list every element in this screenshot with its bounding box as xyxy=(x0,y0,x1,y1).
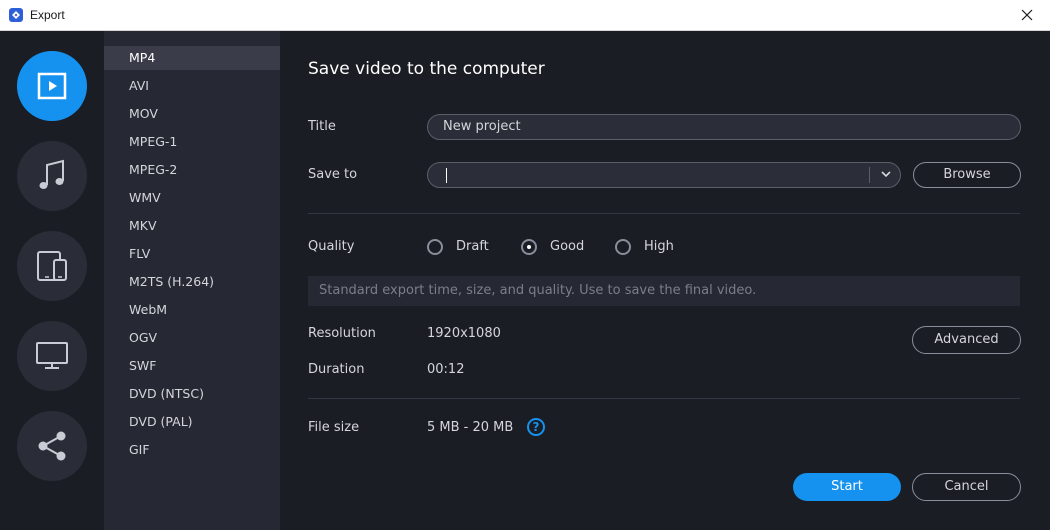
music-note-icon xyxy=(39,159,64,189)
format-item-mov[interactable]: MOV xyxy=(104,102,280,126)
save-to-combobox[interactable] xyxy=(427,162,901,188)
title-bar: Export xyxy=(0,0,1050,31)
format-item-m2ts[interactable]: M2TS (H.264) xyxy=(104,270,280,294)
format-item-dvd-pal[interactable]: DVD (PAL) xyxy=(104,410,280,434)
browse-button[interactable]: Browse xyxy=(913,162,1021,188)
dropdown-separator xyxy=(869,167,870,183)
quality-draft-label[interactable]: Draft xyxy=(456,239,489,254)
quality-label: Quality xyxy=(308,239,355,254)
quality-description-text: Standard export time, size, and quality.… xyxy=(319,283,757,298)
format-item-mkv[interactable]: MKV xyxy=(104,214,280,238)
format-item-wmv[interactable]: WMV xyxy=(104,186,280,210)
section-divider xyxy=(308,398,1020,399)
text-caret xyxy=(446,168,447,183)
format-item-flv[interactable]: FLV xyxy=(104,242,280,266)
export-category-rail xyxy=(0,31,104,530)
export-settings-panel: Save video to the computer Title New pro… xyxy=(280,31,1050,530)
file-size-label: File size xyxy=(308,420,360,435)
title-input[interactable]: New project xyxy=(427,114,1021,140)
resolution-value: 1920x1080 xyxy=(427,326,501,341)
window-title: Export xyxy=(30,8,65,22)
monitor-icon xyxy=(36,342,68,369)
devices-icon xyxy=(37,251,67,281)
save-to-label: Save to xyxy=(308,167,358,182)
format-item-avi[interactable]: AVI xyxy=(104,74,280,98)
format-item-mp4[interactable]: MP4 xyxy=(104,46,280,70)
chevron-down-icon[interactable] xyxy=(881,171,891,178)
quality-good-label[interactable]: Good xyxy=(550,239,584,254)
format-item-webm[interactable]: WebM xyxy=(104,298,280,322)
category-video-button[interactable] xyxy=(17,51,87,121)
quality-description: Standard export time, size, and quality.… xyxy=(308,276,1020,306)
category-audio-button[interactable] xyxy=(17,141,87,211)
duration-value: 00:12 xyxy=(427,362,465,377)
format-item-mpeg1[interactable]: MPEG-1 xyxy=(104,130,280,154)
advanced-button[interactable]: Advanced xyxy=(912,326,1021,354)
category-share-button[interactable] xyxy=(17,411,87,481)
close-icon xyxy=(1021,9,1033,21)
format-item-gif[interactable]: GIF xyxy=(104,438,280,462)
quality-draft-radio[interactable] xyxy=(427,239,443,255)
video-file-icon xyxy=(37,72,67,100)
format-item-dvd-ntsc[interactable]: DVD (NTSC) xyxy=(104,382,280,406)
format-item-ogv[interactable]: OGV xyxy=(104,326,280,350)
help-icon[interactable]: ? xyxy=(527,418,545,436)
quality-high-radio[interactable] xyxy=(615,239,631,255)
format-list: MP4 AVI MOV MPEG-1 MPEG-2 WMV MKV FLV M2… xyxy=(104,31,280,530)
quality-high-label[interactable]: High xyxy=(644,239,674,254)
duration-label: Duration xyxy=(308,362,365,377)
page-title: Save video to the computer xyxy=(308,59,545,79)
export-dialog: MP4 AVI MOV MPEG-1 MPEG-2 WMV MKV FLV M2… xyxy=(0,31,1050,530)
category-devices-button[interactable] xyxy=(17,231,87,301)
share-icon xyxy=(38,431,66,461)
section-divider xyxy=(308,213,1020,214)
close-button[interactable] xyxy=(1004,0,1050,30)
file-size-value: 5 MB - 20 MB xyxy=(427,420,514,435)
quality-good-radio[interactable] xyxy=(521,239,537,255)
resolution-label: Resolution xyxy=(308,326,376,341)
format-item-swf[interactable]: SWF xyxy=(104,354,280,378)
format-item-mpeg2[interactable]: MPEG-2 xyxy=(104,158,280,182)
title-input-value: New project xyxy=(443,119,521,134)
cancel-button[interactable]: Cancel xyxy=(912,473,1021,501)
app-logo-icon xyxy=(9,8,23,22)
start-button[interactable]: Start xyxy=(793,473,901,501)
category-tv-button[interactable] xyxy=(17,321,87,391)
title-label: Title xyxy=(308,119,336,134)
